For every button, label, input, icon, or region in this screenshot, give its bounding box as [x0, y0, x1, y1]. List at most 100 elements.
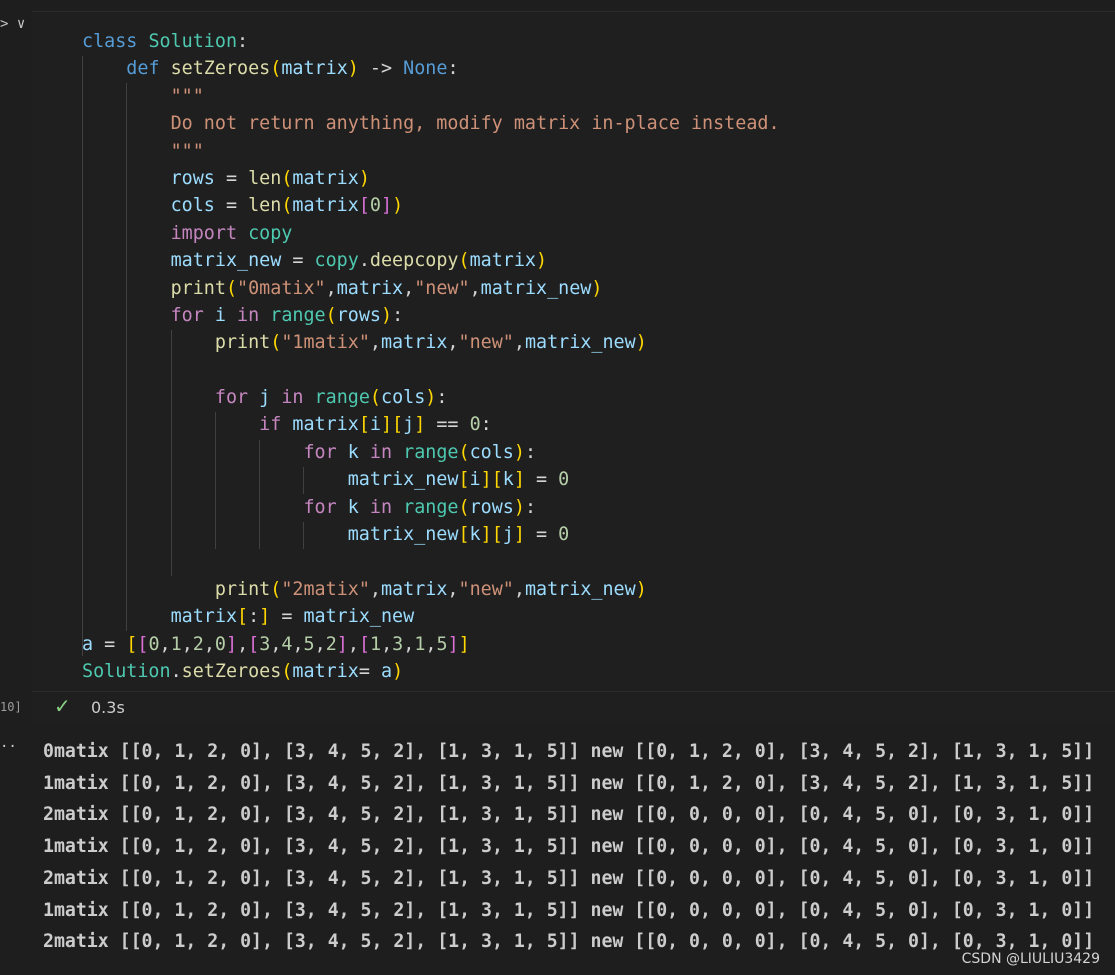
code-token: print: [214, 578, 271, 600]
code-token: ,: [447, 332, 459, 354]
code-token: [: [358, 195, 370, 217]
code-token: =: [524, 524, 559, 546]
code-token: 2: [192, 633, 204, 655]
code-line: Solution.setZeroes(matrix= a): [82, 658, 780, 685]
code-token: matrix: [170, 606, 238, 628]
code-line: class Solution:: [82, 28, 780, 55]
code-line: print("0matix",matrix,"new",matrix_new): [82, 275, 780, 302]
code-line: a = [[0,1,2,0],[3,4,5,2],[1,3,1,5]]: [82, 631, 780, 658]
code-token: =: [214, 195, 249, 217]
code-token: :: [447, 58, 459, 80]
code-token: matrix: [336, 277, 404, 299]
code-token: ==: [425, 414, 470, 436]
code-token: in: [270, 387, 315, 409]
code-token: setZeroes: [181, 660, 282, 682]
code-block: class Solution: def setZeroes(matrix) ->…: [82, 28, 780, 685]
check-icon: ✓: [54, 694, 71, 718]
code-token: ]: [380, 414, 393, 436]
code-token: ]: [480, 524, 492, 546]
code-token: =: [270, 606, 304, 628]
watermark: CSDN @LIULIU3429: [961, 951, 1100, 967]
code-token: ,: [325, 277, 337, 299]
code-token: ): [513, 496, 525, 518]
output-menu-icon[interactable]: ··: [0, 740, 17, 754]
code-token: range: [403, 496, 459, 518]
code-token: .: [358, 250, 370, 272]
code-token: =: [281, 250, 315, 272]
code-token: matrix: [292, 167, 359, 189]
code-token: =: [214, 167, 249, 189]
code-token: ): [635, 578, 647, 600]
code-token: [: [358, 633, 371, 655]
code-token: print: [170, 277, 226, 299]
code-line: for k in range(cols):: [82, 439, 780, 466]
code-line: import copy: [82, 220, 780, 247]
code-token: i: [369, 414, 381, 436]
code-token: :: [392, 304, 404, 326]
code-token: for: [214, 387, 260, 409]
code-token: ): [513, 441, 525, 463]
code-token: [: [392, 414, 404, 436]
code-token: rows: [469, 496, 514, 518]
code-token: class: [82, 31, 149, 52]
code-line: print("2matix",matrix,"new",matrix_new): [82, 576, 780, 603]
code-token: 0: [214, 633, 226, 655]
output-line: 0matix [[0, 1, 2, 0], [3, 4, 5, 2], [1, …: [43, 741, 1095, 762]
code-token: matrix: [469, 250, 536, 272]
cell-output: 0matix [[0, 1, 2, 0], [3, 4, 5, 2], [1, …: [43, 736, 1094, 958]
code-token: "1matix": [281, 332, 370, 354]
code-line: for k in range(rows):: [82, 494, 780, 521]
code-token: ]: [336, 633, 348, 655]
code-token: matrix_new: [303, 606, 415, 628]
code-token: 3: [259, 633, 271, 655]
code-token: 2: [325, 633, 337, 655]
code-token: =: [524, 469, 559, 491]
code-token: matrix_new: [524, 332, 636, 354]
cell-collapse-toggle[interactable]: > ∨: [0, 14, 25, 34]
code-token: for: [303, 441, 348, 463]
code-cell-editor[interactable]: class Solution: def setZeroes(matrix) ->…: [32, 11, 1115, 692]
code-token: matrix_new: [347, 524, 459, 546]
code-token: .: [170, 660, 182, 682]
code-token: ,: [270, 633, 282, 655]
code-line: if matrix[i][j] == 0:: [82, 411, 780, 438]
code-token: ,: [159, 633, 171, 655]
code-token: :: [480, 414, 492, 436]
code-token: "new": [458, 332, 514, 354]
code-token: j: [502, 524, 514, 546]
execution-time: 0.3s: [91, 698, 125, 717]
code-line: def setZeroes(matrix) -> None:: [82, 55, 780, 82]
code-line: matrix_new = copy.deepcopy(matrix): [82, 247, 780, 274]
code-token: ,: [425, 633, 437, 655]
code-token: (: [281, 195, 293, 217]
code-token: :: [436, 387, 448, 409]
code-token: j: [259, 387, 271, 409]
code-token: copy: [248, 222, 293, 244]
code-token: """: [170, 85, 204, 107]
code-token: :: [237, 31, 249, 52]
code-token: ,: [347, 633, 359, 655]
code-token: k: [347, 441, 359, 463]
code-token: (: [458, 441, 470, 463]
code-token: ,: [237, 633, 249, 655]
code-token: ]: [259, 606, 271, 628]
code-token: ,: [203, 633, 215, 655]
code-token: ): [536, 250, 548, 272]
code-token: [: [237, 606, 249, 628]
code-token: :: [524, 496, 537, 518]
code-token: ,: [369, 578, 381, 600]
code-token: (: [225, 277, 238, 299]
code-line: """: [82, 83, 780, 110]
code-token: matrix: [292, 414, 359, 436]
code-token: 3: [392, 633, 404, 655]
code-token: ): [347, 58, 359, 80]
code-token: 1: [370, 633, 382, 655]
